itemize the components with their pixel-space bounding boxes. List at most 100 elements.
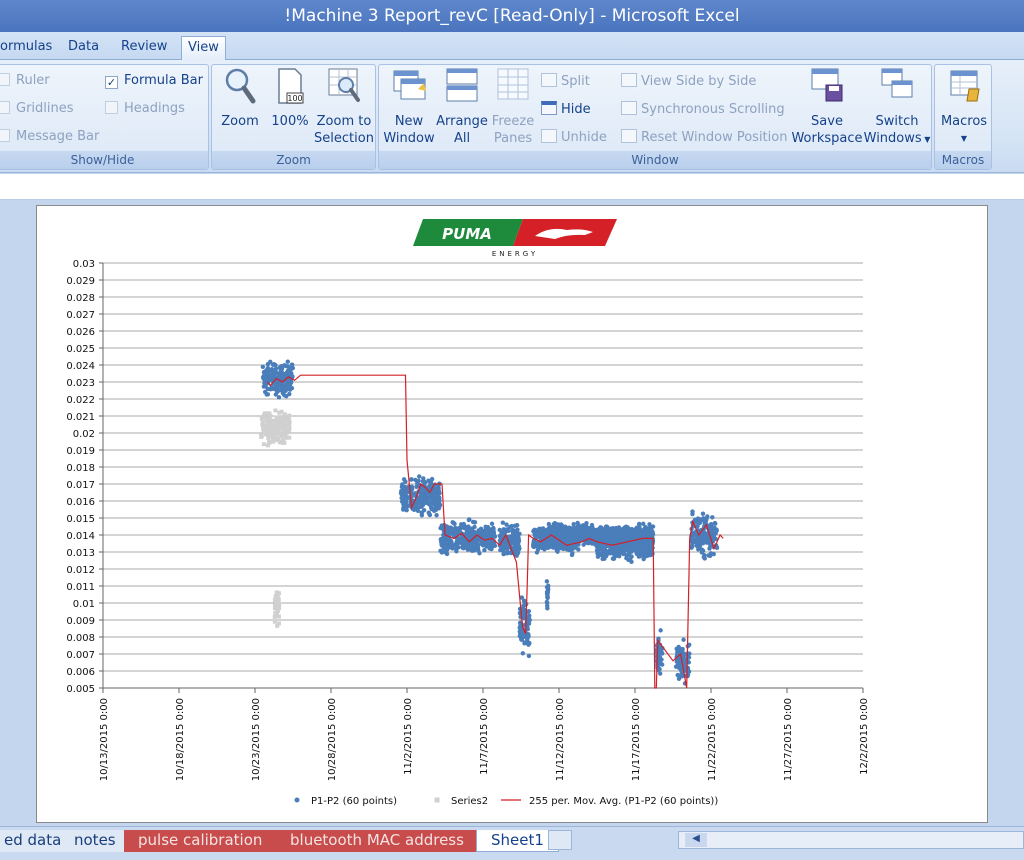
p1-p2-point	[409, 477, 414, 482]
p1-p2-point	[610, 528, 615, 533]
p1-p2-point	[432, 506, 438, 511]
sheet-tab-bluetooth-mac-address[interactable]: bluetooth MAC address	[276, 830, 478, 852]
p1-p2-point	[681, 637, 686, 642]
p1-p2-point	[610, 535, 615, 541]
scroll-left-icon[interactable]: ◀	[685, 833, 707, 847]
p1-p2-point	[558, 545, 564, 551]
p1-p2-point	[500, 520, 506, 525]
zoom-button[interactable]: Zoom	[218, 67, 262, 130]
p1-p2-point	[417, 474, 422, 479]
sheet-tab-sheet1[interactable]: Sheet1	[476, 830, 559, 852]
p1-p2-point	[689, 538, 695, 544]
message-bar-checkbox[interactable]	[0, 129, 10, 142]
sync-scroll-icon	[621, 101, 637, 115]
y-tick-label: 0.009	[66, 616, 95, 627]
view-side-by-side-label: View Side by Side	[641, 74, 757, 89]
macros-chevron-icon: ▼	[960, 134, 968, 143]
ruler-checkbox[interactable]	[0, 73, 10, 86]
freeze-panes-button[interactable]: Freeze Panes	[487, 67, 539, 147]
x-tick-label: 12/2/2015 0:00	[859, 698, 870, 775]
split-button[interactable]: Split	[541, 73, 590, 89]
x-tick-label: 11/27/2015 0:00	[783, 698, 794, 781]
formula-bar-checkbox[interactable]: ✓	[105, 76, 118, 89]
ruler-toggle[interactable]: Ruler	[0, 73, 50, 88]
y-tick-label: 0.012	[66, 565, 95, 576]
plot-grid	[102, 262, 863, 689]
p1-p2-point	[626, 557, 631, 562]
series2-point	[277, 606, 282, 611]
p1-p2-point	[476, 548, 481, 553]
arrange-all-icon	[445, 67, 479, 102]
x-tick-label: 10/13/2015 0:00	[99, 698, 110, 781]
synchronous-scrolling-label: Synchronous Scrolling	[641, 102, 785, 117]
tab-data[interactable]: Data	[62, 36, 105, 60]
headings-toggle[interactable]: Headings	[105, 101, 185, 116]
headings-checkbox[interactable]	[105, 101, 118, 114]
legend-label: Series2	[451, 796, 488, 807]
reset-window-position-button[interactable]: Reset Window Position	[621, 129, 787, 145]
save-workspace-button[interactable]: Save Workspace	[791, 67, 863, 147]
p1-p2-point	[436, 499, 442, 505]
new-window-button[interactable]: New Window	[381, 67, 437, 147]
p1-p2-point	[608, 551, 613, 556]
p1-p2-point	[472, 540, 478, 545]
zoom-100-button[interactable]: 100 100%	[268, 67, 312, 130]
synchronous-scrolling-button[interactable]: Synchronous Scrolling	[621, 101, 785, 117]
p1-p2-point	[273, 370, 279, 376]
p1-p2-point	[627, 533, 632, 538]
legend-marker-p1-p2	[294, 797, 300, 803]
series2-point	[281, 427, 286, 432]
sheet-tab-notes[interactable]: notes	[60, 830, 131, 852]
p1-p2-point	[701, 554, 707, 560]
ruler-label: Ruler	[16, 73, 50, 88]
gridlines-checkbox[interactable]	[0, 101, 10, 114]
p1-p2-point	[709, 521, 714, 527]
formula-bar-toggle[interactable]: ✓ Formula Bar	[105, 73, 203, 89]
p1-p2-point	[503, 529, 508, 534]
tab-review[interactable]: Review	[115, 36, 173, 60]
p1-p2-point	[428, 505, 434, 510]
macros-button[interactable]: Macros ▼	[936, 67, 992, 147]
p1-p2-point	[634, 533, 639, 538]
tab-view[interactable]: View	[181, 36, 226, 61]
formula-bar-label: Formula Bar	[124, 73, 203, 88]
x-tick-label: 11/2/2015 0:00	[403, 698, 414, 775]
p1-p2-point	[631, 541, 636, 546]
tab-formulas[interactable]: ormulas	[0, 36, 58, 60]
unhide-button[interactable]: Unhide	[541, 129, 607, 145]
gridlines-toggle[interactable]: Gridlines	[0, 101, 74, 116]
series2-point	[273, 427, 278, 432]
hide-button[interactable]: Hide	[541, 101, 591, 117]
p1-p2-point	[537, 528, 542, 533]
y-tick-label: 0.021	[66, 412, 95, 423]
x-tick-label: 11/17/2015 0:00	[631, 698, 642, 781]
series2-point	[278, 423, 283, 428]
arrange-all-label-2: All	[453, 131, 471, 146]
message-bar-toggle[interactable]: Message Bar	[0, 129, 99, 144]
p1-p2-point	[689, 543, 695, 548]
switch-windows-button[interactable]: Switch Windows ▼	[863, 67, 931, 148]
formula-bar[interactable]	[0, 174, 1024, 200]
y-tick-label: 0.029	[66, 276, 95, 287]
chart-object[interactable]: PUMA ENERGY 0.03 0.029 0.028 0.027 0.026 0.02…	[36, 205, 988, 823]
zoom-to-selection-button[interactable]: Zoom to Selection	[314, 67, 374, 147]
insert-sheet-icon[interactable]	[548, 830, 572, 850]
series2-point	[276, 600, 281, 605]
puma-energy-logo: PUMA ENERGY	[413, 219, 617, 258]
p1-p2-point	[619, 527, 624, 533]
view-side-by-side-button[interactable]: View Side by Side	[621, 73, 756, 89]
p1-p2-point	[534, 550, 540, 555]
series2-point	[281, 438, 286, 443]
p1-p2-point	[439, 550, 445, 555]
p1-p2-point	[698, 539, 703, 544]
zoom-to-selection-label-2: Selection	[314, 131, 374, 146]
p1-p2-point	[546, 521, 552, 527]
ribbon-tabs: ormulas Data Review View	[0, 32, 1024, 61]
horizontal-scrollbar[interactable]: ◀	[678, 831, 1024, 849]
arrange-all-button[interactable]: Arrange All	[436, 67, 488, 147]
worksheet-area[interactable]: PUMA ENERGY 0.03 0.029 0.028 0.027 0.026 0.02…	[0, 200, 1024, 826]
series2-point	[271, 439, 276, 444]
sheet-tab-pulse-calibration[interactable]: pulse calibration	[124, 830, 277, 852]
p1-p2-point	[501, 542, 507, 547]
p1-p2-point	[489, 521, 495, 526]
